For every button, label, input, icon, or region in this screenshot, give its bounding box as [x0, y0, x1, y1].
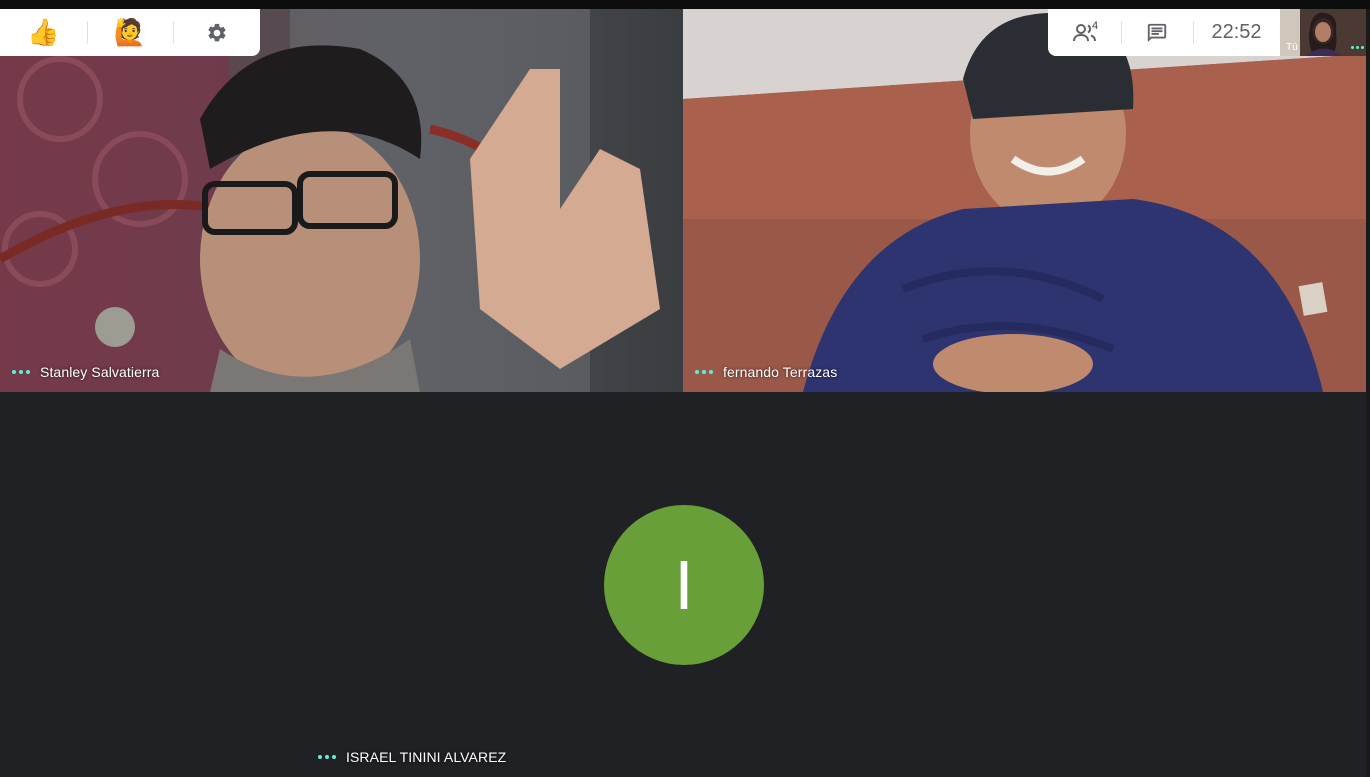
participants-button[interactable]: 4	[1048, 9, 1121, 56]
thumbs-up-icon: 👍	[27, 17, 60, 47]
participant-avatar: I	[604, 505, 764, 665]
audio-indicator-icon	[695, 370, 713, 374]
participant-label: fernando Terrazas	[695, 364, 837, 380]
participant-tile-israel[interactable]: I ISRAEL TININI ALVAREZ	[304, 392, 1063, 777]
participant-label: ISRAEL TININI ALVAREZ	[318, 749, 506, 765]
participant-label: Stanley Salvatierra	[12, 364, 159, 380]
participant-name: Stanley Salvatierra	[40, 364, 160, 380]
gear-icon	[208, 23, 226, 41]
chat-button[interactable]	[1121, 9, 1193, 56]
top-strip	[0, 0, 1370, 9]
participant-tile-stanley[interactable]: Stanley Salvatierra	[0, 9, 683, 392]
participant-count: 4	[1092, 20, 1099, 32]
raise-hand-button[interactable]: 🙋	[86, 9, 174, 56]
self-label: Tú	[1286, 42, 1298, 53]
audio-indicator-icon	[318, 755, 336, 759]
self-audio-indicator-icon	[1351, 46, 1364, 49]
meeting-clock: 22:52	[1193, 9, 1280, 56]
participant-video-fernando	[683, 9, 1366, 392]
chat-icon	[1147, 23, 1167, 42]
meeting-info-toolbar: 4 22:52	[1048, 9, 1280, 56]
participant-name: ISRAEL TININI ALVAREZ	[346, 749, 507, 765]
settings-button[interactable]	[173, 9, 260, 56]
audio-indicator-icon	[12, 370, 30, 374]
clock-time: 22:52	[1211, 21, 1262, 43]
raise-hand-icon: 🙋	[113, 17, 147, 47]
avatar-initial: I	[674, 546, 694, 624]
participant-name: fernando Terrazas	[723, 364, 838, 380]
self-view[interactable]: Tú	[1280, 9, 1366, 56]
thumbs-up-button[interactable]: 👍	[0, 9, 87, 56]
participant-video-stanley	[0, 9, 683, 392]
participant-tile-fernando[interactable]: fernando Terrazas	[683, 9, 1366, 392]
reaction-toolbar: 👍 🙋	[0, 9, 260, 56]
right-gutter	[1366, 9, 1370, 777]
